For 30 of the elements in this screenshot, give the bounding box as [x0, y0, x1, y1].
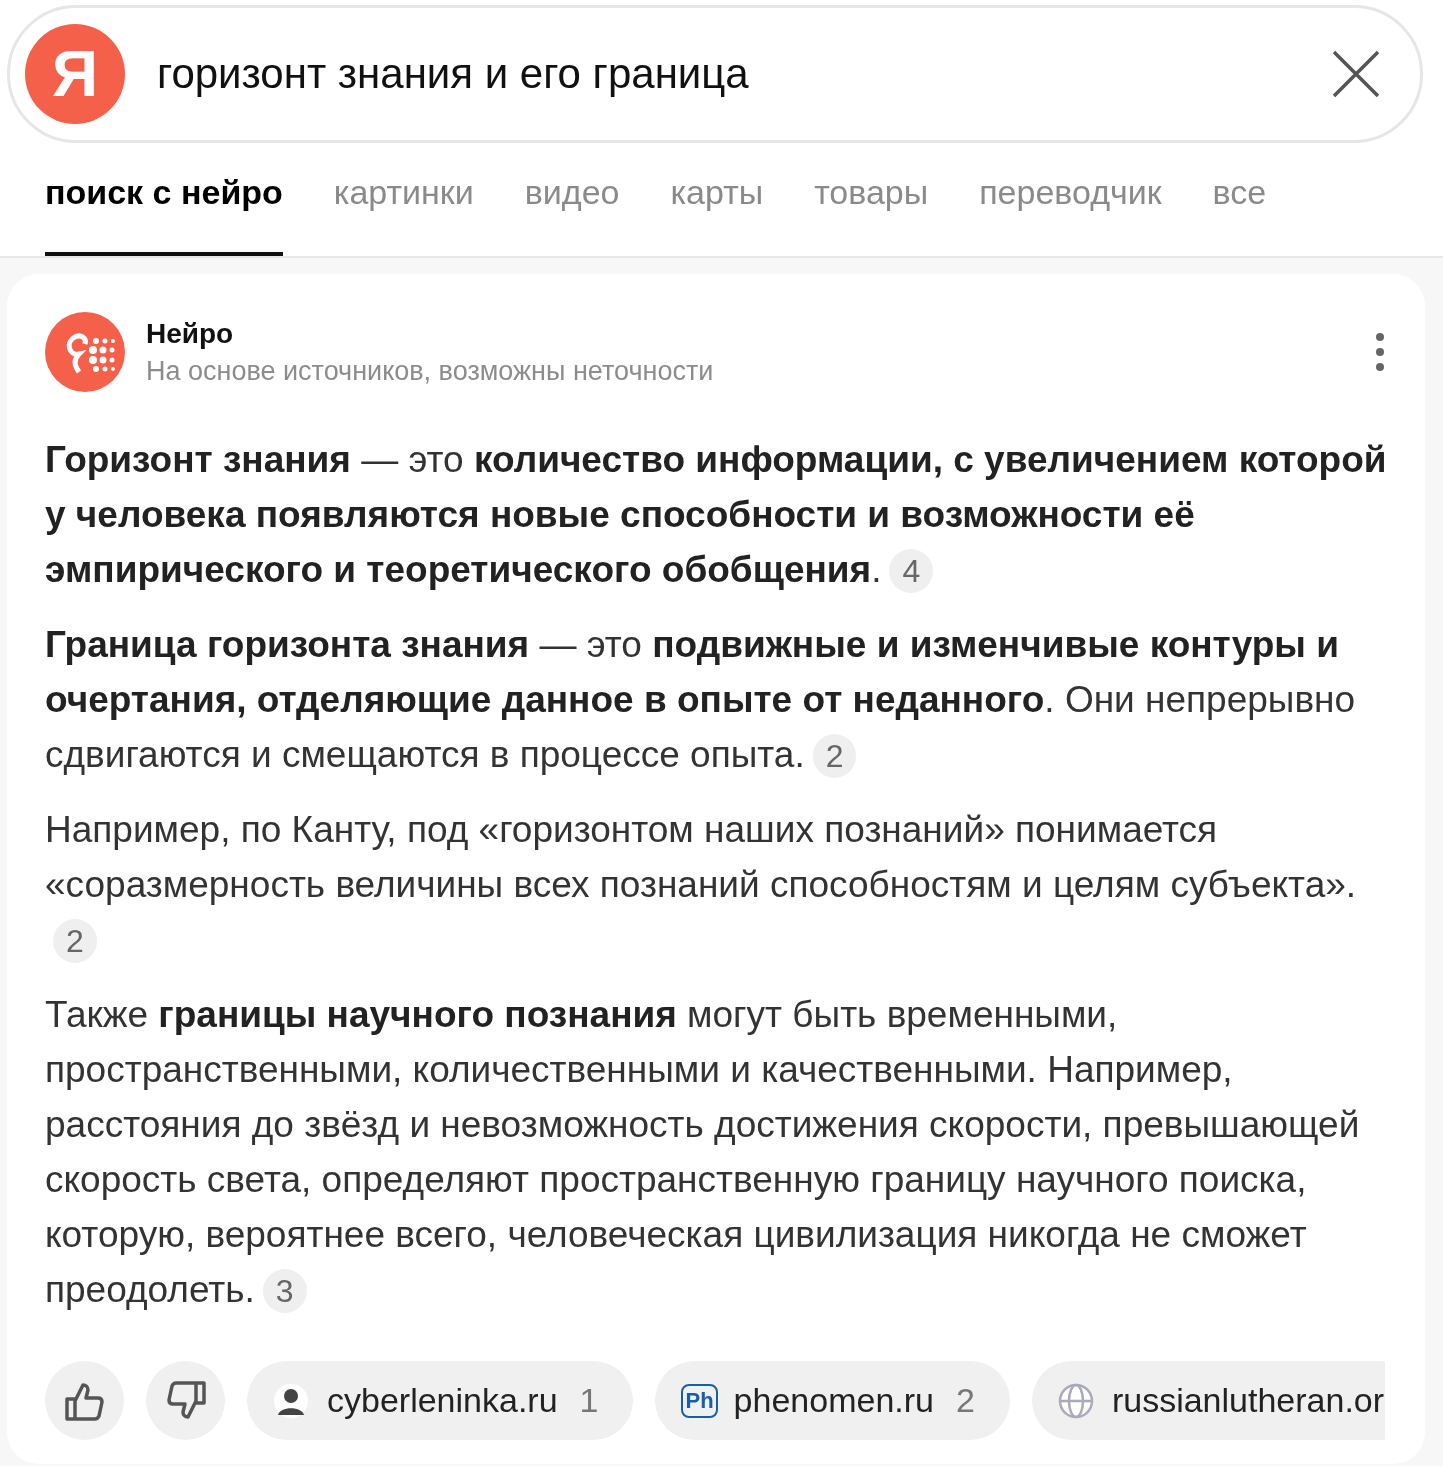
tab[interactable]: видео: [524, 143, 620, 256]
tab[interactable]: все: [1212, 143, 1267, 256]
tab[interactable]: картинки: [333, 143, 474, 256]
logo: Я: [25, 24, 125, 124]
source-domain: russianlutheran.or: [1111, 1381, 1385, 1420]
answer-paragraph: Горизонт знания — это количество информации, с увеличением которой у человека появляются новые способности и возможности её эмпирического и теоретического обобщения. 4: [45, 432, 1390, 597]
tab[interactable]: товары: [814, 143, 929, 256]
neuro-logo-icon: [45, 312, 125, 392]
answer-subtitle: На основе источников, возможны неточности: [146, 355, 715, 387]
tab[interactable]: карты: [670, 143, 764, 256]
person-icon: [273, 1382, 309, 1419]
source-chip[interactable]: cyberleninka.ru 1: [247, 1361, 634, 1440]
answer-title: Нейро: [146, 317, 235, 350]
more-icon[interactable]: [1375, 332, 1385, 372]
tab[interactable]: переводчик: [979, 143, 1162, 256]
source-domain: phenomen.ru: [733, 1381, 934, 1420]
source-domain: cyberleninka.ru: [327, 1381, 558, 1420]
globe-icon: [1057, 1382, 1094, 1419]
site-logo: Ph: [681, 1383, 718, 1418]
answer-paragraph: Также границы научного познания могут быть временными, пространственными, количественными и качественными. Например, расстояния до звёзд и невозможность достижения скорости, превышающей скорость света, определяют пространственную границу научного поиска, которую, вероятнее всего, человеческая цивилизация никогда не сможет преодолеть. 3: [45, 987, 1390, 1317]
source-chip[interactable]: Ph phenomen.ru 2: [655, 1361, 1010, 1440]
close-icon[interactable]: [1332, 50, 1380, 98]
search-field[interactable]: Я горизонт знания и его граница: [7, 5, 1423, 143]
source-chip[interactable]: russianlutheran.or: [1031, 1361, 1385, 1440]
answer-paragraph: Граница горизонта знания — это подвижные и изменчивые контуры и очертания, отделяющие данное в опыте от неданного. Они непрерывно сдвигаются и смещаются в процессе опыта. 2: [45, 617, 1390, 782]
source-count: 2: [956, 1381, 975, 1420]
answer-paragraph: Например, по Канту, под «горизонтом наших познаний» понимается «соразмерность величины всех познаний способностям и целям субъекта». 2: [45, 802, 1390, 967]
tab[interactable]: поиск с нейро: [45, 143, 283, 256]
source-count: 1: [579, 1381, 599, 1420]
search-query: горизонт знания и его граница: [157, 50, 750, 98]
